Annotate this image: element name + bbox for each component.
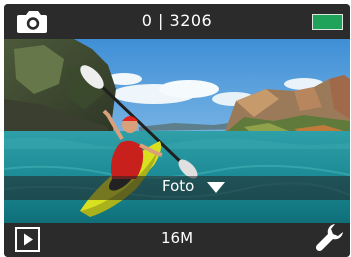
camera-screen: 0 | 3206 Foto 16M [4, 4, 350, 257]
playback-button[interactable] [15, 227, 40, 252]
status-bar: 0 | 3206 [4, 4, 350, 39]
battery-full-icon [312, 14, 343, 30]
resolution-value: 16M [160, 229, 194, 247]
shot-counter: 0 | 3206 [141, 11, 213, 30]
wrench-icon[interactable] [315, 222, 345, 252]
triangle-down-icon[interactable] [207, 182, 225, 193]
play-icon [24, 233, 33, 246]
mode-label[interactable]: Foto [162, 177, 194, 195]
